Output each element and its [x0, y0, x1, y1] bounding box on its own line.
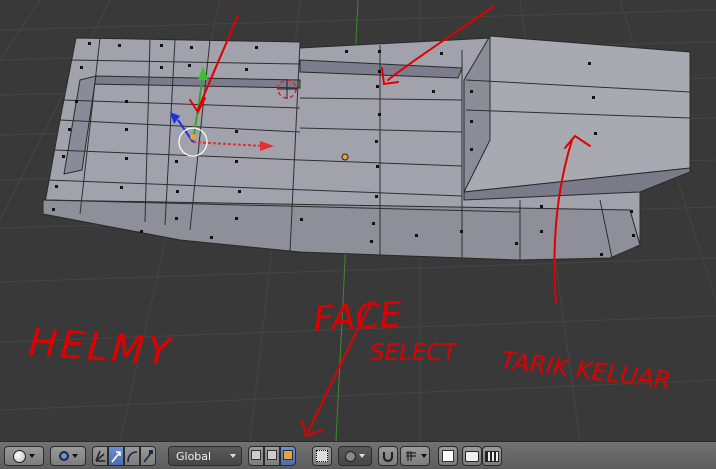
object-origin [341, 153, 349, 161]
vertex-select-icon [251, 450, 261, 460]
chevron-down-icon [359, 454, 365, 458]
viewport-header: Global [0, 441, 716, 469]
proportional-edit-icon [345, 450, 356, 462]
face-select-icon [283, 450, 293, 460]
translate-icon [111, 451, 121, 463]
transform-orientation-value: Global [176, 449, 212, 463]
annotation-author: HELMY [27, 320, 174, 374]
chevron-down-icon [29, 454, 35, 458]
snap-target-icon [442, 450, 454, 462]
chevron-down-icon [71, 454, 78, 458]
annotation-select: SELECT [370, 340, 459, 366]
chevron-down-icon [420, 454, 427, 458]
extra-snap-button[interactable] [438, 446, 458, 466]
3d-viewport[interactable]: FACE SELECT TARIK KELUAR HELMY [0, 0, 716, 441]
proportional-edit-dropdown[interactable] [338, 446, 372, 466]
annotation-face: FACE [312, 295, 403, 340]
rotate-icon [127, 451, 138, 463]
edge-select-icon [267, 450, 277, 460]
snap-element-dropdown[interactable] [400, 446, 430, 466]
scale-icon [143, 450, 153, 463]
render-animation-button[interactable] [482, 446, 502, 466]
occlude-geometry-icon [316, 450, 328, 462]
pivot-point-dropdown[interactable] [50, 446, 86, 466]
translate-manipulator-button[interactable] [108, 446, 124, 466]
edge-select-mode-button[interactable] [264, 446, 280, 466]
occlude-geometry-toggle[interactable] [312, 446, 332, 466]
snap-icon [382, 452, 394, 463]
viewport-shading-dropdown[interactable] [4, 446, 44, 466]
render-anim-icon [485, 450, 499, 462]
snap-element-icon [405, 451, 416, 461]
viewport-shading-icon [13, 449, 26, 463]
manipulator-toggle-icon [95, 450, 105, 462]
render-image-button[interactable] [462, 446, 482, 466]
scale-manipulator-button[interactable] [140, 446, 156, 466]
snap-toggle[interactable] [378, 446, 398, 466]
rotate-manipulator-button[interactable] [124, 446, 140, 466]
render-image-icon [465, 450, 479, 462]
vertex-select-mode-button[interactable] [248, 446, 264, 466]
chevron-down-icon [230, 454, 236, 458]
pivot-point-icon [58, 451, 69, 461]
manipulator-toggle-button[interactable] [92, 446, 108, 466]
mesh-object[interactable] [42, 34, 691, 262]
face-select-mode-button[interactable] [280, 446, 296, 466]
transform-orientation-dropdown[interactable]: Global [168, 446, 242, 466]
